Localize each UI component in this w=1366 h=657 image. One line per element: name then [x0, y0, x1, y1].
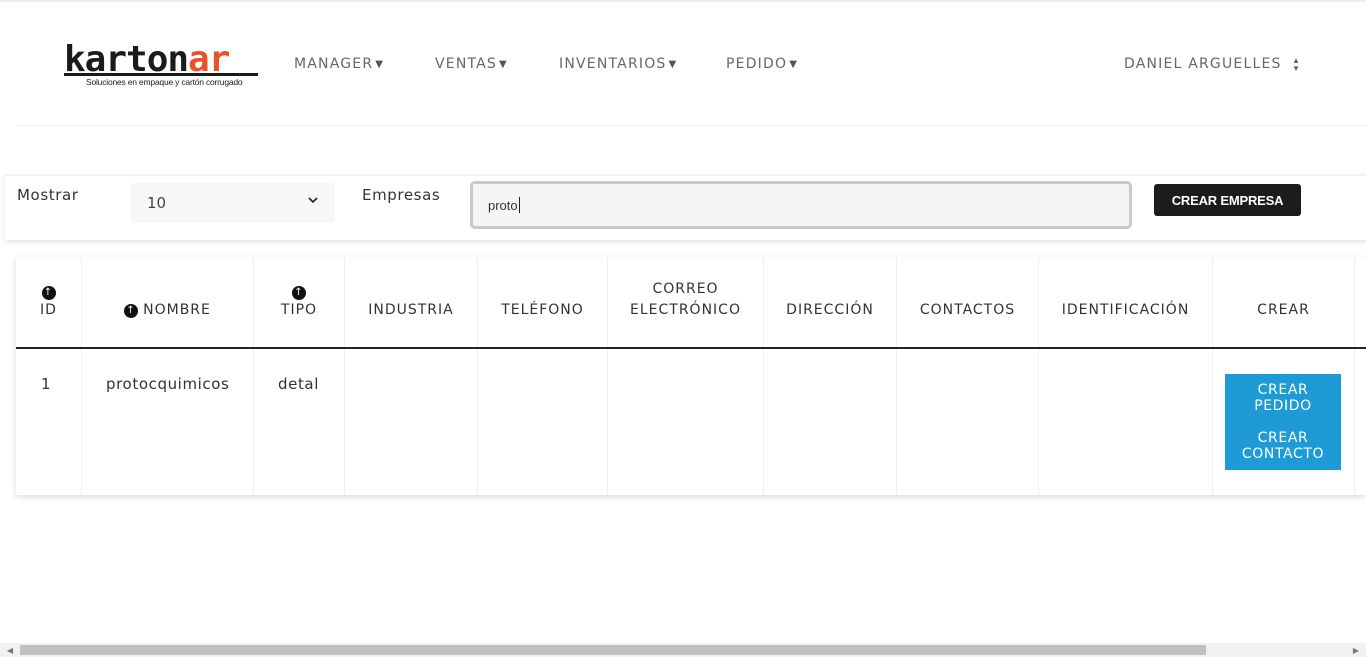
- header-contactos: CONTACTOS: [897, 257, 1038, 347]
- column-contactos: CONTACTOS: [897, 257, 1039, 495]
- create-order-line2: PEDIDO: [1254, 398, 1312, 414]
- create-contact-line2: CONTACTO: [1241, 446, 1325, 462]
- header-correo-line1: CORREO: [652, 281, 719, 297]
- nav-label: MANAGER: [294, 56, 374, 72]
- nav-ventas[interactable]: VENTAS ▼: [435, 56, 508, 72]
- logo-wordmark: karton ar: [64, 39, 260, 80]
- cell-id: 1: [41, 375, 52, 393]
- caret-down-icon: ▼: [499, 58, 508, 70]
- user-menu[interactable]: DANIEL ARGUELLES: [1124, 56, 1282, 72]
- search-label: Empresas: [362, 186, 441, 204]
- scrollbar-thumb[interactable]: [20, 645, 1206, 655]
- header-correo-line2: ELECTRÓNICO: [630, 302, 741, 318]
- header-id-label: ID: [40, 302, 57, 318]
- create-order-button[interactable]: CREAR PEDIDO: [1225, 382, 1341, 414]
- create-company-button[interactable]: CREAR EMPRESA: [1154, 184, 1301, 216]
- nav-label: INVENTARIOS: [559, 56, 667, 72]
- logo-text-accent: ar: [188, 39, 230, 80]
- header-divider: [16, 125, 1366, 126]
- text-cursor: [518, 197, 520, 213]
- caret-down-icon: ▼: [375, 58, 385, 70]
- header-tipo-label: TIPO: [280, 302, 318, 318]
- header-industria: INDUSTRIA: [345, 257, 477, 347]
- header-nombre[interactable]: ↑ NOMBRE: [82, 257, 253, 347]
- nav-label: VENTAS: [435, 56, 498, 72]
- logo-tagline: Soluciones en empaque y cartón corrugado: [86, 77, 243, 87]
- header-tipo[interactable]: ↑ TIPO: [254, 257, 344, 347]
- row-actions-button[interactable]: CREAR PEDIDO CREAR CONTACTO: [1225, 374, 1341, 470]
- header-crear-label: CREAR: [1257, 302, 1310, 318]
- search-value: proto: [488, 197, 518, 213]
- company-search-input[interactable]: proto: [470, 181, 1132, 229]
- sort-arrow-up-icon[interactable]: ↑: [124, 303, 139, 318]
- nav-manager[interactable]: MANAGER ▼: [294, 56, 384, 72]
- column-industria: INDUSTRIA: [345, 257, 478, 495]
- column-direccion: DIRECCIÓN: [764, 257, 897, 495]
- nav-pedido[interactable]: PEDIDO ▼: [726, 56, 798, 72]
- filter-bar: Mostrar 10 Empresas proto CREAR EMPRESA: [5, 175, 1366, 240]
- chevron-down-icon: [308, 197, 318, 204]
- companies-table: ↑ ID ↑ NOMBRE ↑ TIPO INDUSTRIA TELÉFONO …: [16, 257, 1366, 495]
- logo-underline: [64, 73, 258, 76]
- create-contact-button[interactable]: CREAR CONTACTO: [1225, 430, 1341, 462]
- column-identificacion: IDENTIFICACIÓN: [1039, 257, 1213, 495]
- horizontal-scrollbar[interactable]: ◀ ▶: [0, 643, 1366, 657]
- header-identificacion: IDENTIFICACIÓN: [1039, 257, 1212, 347]
- header-direccion: DIRECCIÓN: [764, 257, 896, 347]
- column-correo: CORREO ELECTRÓNICO: [608, 257, 764, 495]
- scroll-left-arrow-icon[interactable]: ◀: [2, 643, 18, 657]
- create-contact-line1: CREAR: [1257, 430, 1309, 446]
- nav-inventarios[interactable]: INVENTARIOS ▼: [559, 56, 677, 72]
- logo-text-dark: karton: [64, 39, 189, 80]
- header-correo: CORREO ELECTRÓNICO: [608, 257, 763, 347]
- header-contactos-label: CONTACTOS: [919, 302, 1016, 318]
- sort-arrow-up-icon[interactable]: ↑: [41, 286, 56, 300]
- header-telefono-label: TELÉFONO: [501, 302, 584, 318]
- page-size-value: 10: [147, 194, 167, 212]
- header-id[interactable]: ↑ ID: [16, 257, 81, 347]
- kartonar-logo[interactable]: karton ar Soluciones en empaque y cartón …: [64, 39, 260, 90]
- caret-down-icon: ▼: [789, 58, 799, 70]
- caret-down-icon: ▼: [668, 58, 678, 70]
- scroll-right-arrow-icon[interactable]: ▶: [1348, 643, 1364, 657]
- header-industria-label: INDUSTRIA: [368, 302, 454, 318]
- header: karton ar Soluciones en empaque y cartón …: [0, 2, 1366, 126]
- cell-tipo: detal: [278, 375, 319, 393]
- sort-arrow-up-icon[interactable]: ↑: [292, 286, 306, 300]
- user-name: DANIEL ARGUELLES: [1124, 56, 1282, 72]
- table-header-divider: [16, 347, 1366, 349]
- page-size-select[interactable]: 10: [131, 183, 335, 223]
- header-nombre-wrap: ↑ NOMBRE: [124, 300, 211, 321]
- show-label: Mostrar: [17, 186, 79, 204]
- header-identificacion-label: IDENTIFICACIÓN: [1061, 302, 1190, 318]
- nav-label: PEDIDO: [726, 56, 788, 72]
- header-nombre-label: NOMBRE: [143, 302, 211, 318]
- header-direccion-label: DIRECCIÓN: [786, 302, 874, 318]
- create-order-line1: CREAR: [1257, 382, 1309, 398]
- expand-collapse-icon[interactable]: ▴ ▾: [1290, 57, 1302, 75]
- cell-nombre: protocquimicos: [106, 375, 230, 393]
- header-telefono: TELÉFONO: [478, 257, 607, 347]
- column-telefono: TELÉFONO: [478, 257, 608, 495]
- header-crear: CREAR: [1213, 257, 1354, 347]
